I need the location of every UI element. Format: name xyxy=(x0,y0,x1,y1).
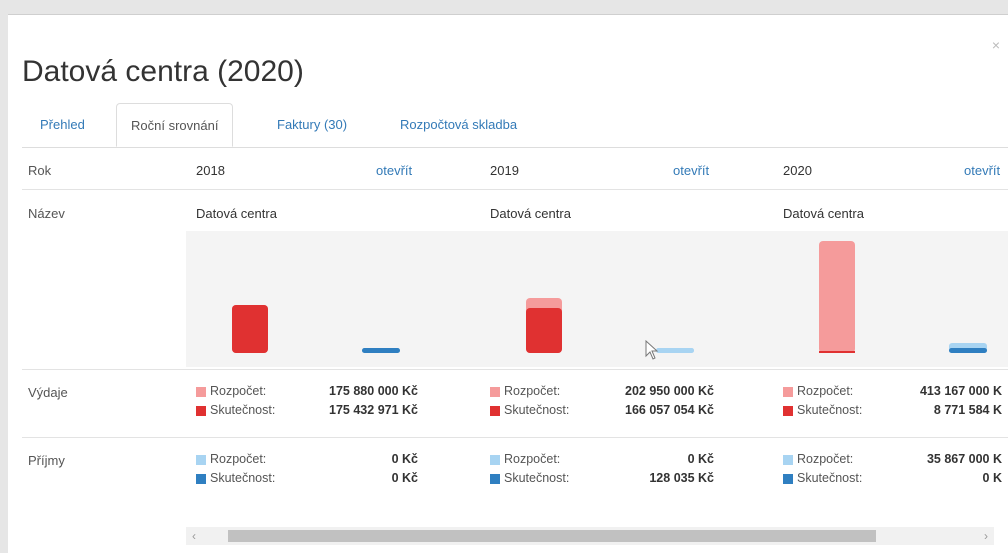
legend-skutecnost: Skutečnost: xyxy=(210,471,276,485)
legend-swatch-rozpocet xyxy=(783,387,793,397)
bar-chart xyxy=(186,231,1008,367)
legend-rozpocet: Rozpočet: xyxy=(504,384,561,398)
legend-swatch-skutecnost xyxy=(196,406,206,416)
legend-swatch-rozpocet xyxy=(196,455,206,465)
vydaje-rozpocet-2020: 413 167 000 K xyxy=(919,384,1002,398)
legend-swatch-skutecnost xyxy=(196,474,206,484)
legend-rozpocet: Rozpočet: xyxy=(797,384,854,398)
close-icon[interactable]: × xyxy=(992,37,1000,53)
vydaje-skutecnost-bar-2018 xyxy=(232,305,268,353)
legend-skutecnost: Skutečnost: xyxy=(504,471,570,485)
tab-bar: Přehled Roční srovnání Faktury (30) Rozp… xyxy=(22,103,1008,148)
scrollbar-thumb[interactable] xyxy=(228,530,876,542)
legend-rozpocet: Rozpočet: xyxy=(210,384,267,398)
name-2018: Datová centra xyxy=(196,206,277,221)
prijmy-skutecnost-bar-2018 xyxy=(362,348,400,353)
prijmy-skutecnost-bar-2019 xyxy=(656,348,694,353)
legend-swatch-rozpocet xyxy=(783,455,793,465)
legend-skutecnost: Skutečnost: xyxy=(797,471,863,485)
vydaje-skutecnost-2018: 175 432 971 Kč xyxy=(329,403,418,417)
open-2018-link[interactable]: otevřít xyxy=(376,163,412,178)
vydaje-skutecnost-bar-2019 xyxy=(526,307,562,353)
row-label-rok: Rok xyxy=(28,163,52,178)
open-2019-link[interactable]: otevřít xyxy=(673,163,709,178)
annual-comparison-modal: × Datová centra (2020) Přehled Roční sro… xyxy=(8,14,1008,553)
open-2020-link[interactable]: otevřít xyxy=(964,163,1000,178)
name-2019: Datová centra xyxy=(490,206,571,221)
scroll-right-icon[interactable]: › xyxy=(984,527,988,545)
year-2020: 2020 xyxy=(783,163,812,178)
legend-rozpocet: Rozpočet: xyxy=(504,452,561,466)
legend-rozpocet: Rozpočet: xyxy=(210,452,267,466)
divider xyxy=(22,369,1008,370)
legend-skutecnost: Skutečnost: xyxy=(210,403,276,417)
row-label-prijmy: Příjmy xyxy=(28,453,65,468)
row-label-nazev: Název xyxy=(28,206,65,221)
prijmy-rozpocet-2020: 35 867 000 K xyxy=(926,452,1002,466)
legend-swatch-skutecnost xyxy=(490,474,500,484)
divider xyxy=(22,189,1008,190)
prijmy-skutecnost-2019: 128 035 Kč xyxy=(649,471,714,485)
vydaje-rozpocet-bar-2020 xyxy=(819,241,855,353)
mouse-cursor-icon xyxy=(645,340,659,360)
prijmy-skutecnost-2020: 0 K xyxy=(982,471,1002,485)
prijmy-skutecnost-2018: 0 Kč xyxy=(391,471,418,485)
legend-swatch-skutecnost xyxy=(783,474,793,484)
prijmy-rozpocet-2018: 0 Kč xyxy=(391,452,418,466)
year-2018: 2018 xyxy=(196,163,225,178)
scroll-left-icon[interactable]: ‹ xyxy=(192,527,196,545)
tab-prehled[interactable]: Přehled xyxy=(40,103,85,147)
horizontal-scrollbar[interactable]: ‹ › xyxy=(186,527,994,545)
legend-swatch-skutecnost xyxy=(490,406,500,416)
vydaje-skutecnost-bar-2020 xyxy=(819,350,855,353)
row-label-vydaje: Výdaje xyxy=(28,385,68,400)
vydaje-rozpocet-2019: 202 950 000 Kč xyxy=(625,384,714,398)
legend-swatch-skutecnost xyxy=(783,406,793,416)
tab-rocni-srovnani[interactable]: Roční srovnání xyxy=(116,103,234,147)
name-2020: Datová centra xyxy=(783,206,864,221)
year-2019: 2019 xyxy=(490,163,519,178)
vydaje-rozpocet-2018: 175 880 000 Kč xyxy=(329,384,418,398)
vydaje-skutecnost-2019: 166 057 054 Kč xyxy=(625,403,714,417)
vydaje-skutecnost-2020: 8 771 584 K xyxy=(933,403,1002,417)
legend-rozpocet: Rozpočet: xyxy=(797,452,854,466)
modal-title: Datová centra (2020) xyxy=(22,55,304,88)
tab-faktury[interactable]: Faktury (30) xyxy=(277,103,347,147)
legend-skutecnost: Skutečnost: xyxy=(504,403,570,417)
prijmy-rozpocet-2019: 0 Kč xyxy=(687,452,714,466)
legend-swatch-rozpocet xyxy=(490,387,500,397)
divider xyxy=(22,437,1008,438)
legend-swatch-rozpocet xyxy=(196,387,206,397)
legend-swatch-rozpocet xyxy=(490,455,500,465)
prijmy-skutecnost-bar-2020 xyxy=(949,348,987,353)
legend-skutecnost: Skutečnost: xyxy=(797,403,863,417)
tab-rozpoctova-skladba[interactable]: Rozpočtová skladba xyxy=(400,103,517,147)
